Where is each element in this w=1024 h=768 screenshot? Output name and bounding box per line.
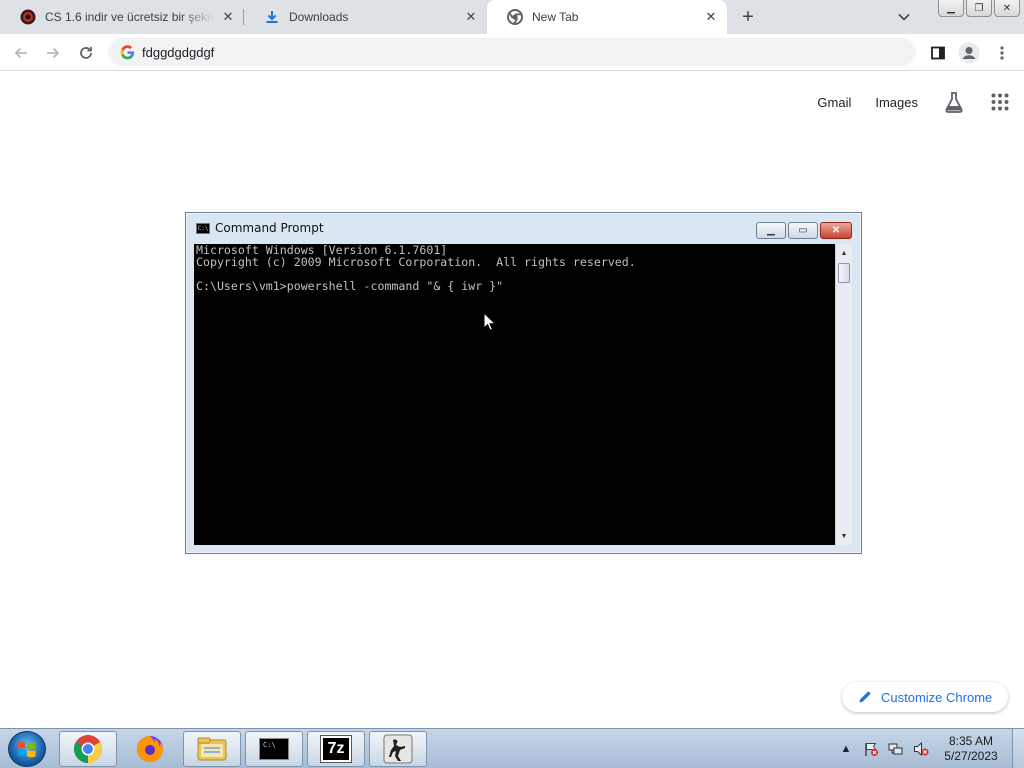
cmd-console-output[interactable]: Microsoft Windows [Version 6.1.7601] Cop… — [194, 244, 835, 545]
close-icon[interactable]: ✕ — [703, 9, 719, 25]
taskbar-cmd[interactable]: C:\ — [245, 731, 303, 767]
counter-strike-icon — [383, 734, 413, 764]
back-button[interactable] — [8, 40, 34, 66]
cmd-title-bar[interactable]: C:\ Command Prompt ▁ ▭ ✕ — [186, 213, 861, 243]
tab-cs16[interactable]: CS 1.6 indir ve ücretsiz bir şekilde ✕ — [0, 0, 244, 34]
cmd-icon: C:\ — [259, 738, 289, 760]
browser-toolbar: fdggdgdgdgf — [0, 34, 1024, 71]
close-button[interactable]: ✕ — [994, 0, 1020, 17]
minimize-button[interactable]: ▁ — [938, 0, 964, 17]
7zip-icon: 7z — [320, 735, 352, 763]
cmd-window-controls: ▁ ▭ ✕ — [756, 222, 852, 239]
command-prompt-window: C:\ Command Prompt ▁ ▭ ✕ Microsoft Windo… — [185, 212, 862, 554]
cmd-close-button[interactable]: ✕ — [820, 222, 852, 239]
reload-icon — [80, 47, 92, 59]
tab-title: New Tab — [532, 10, 579, 24]
kebab-menu-icon — [1000, 46, 1004, 60]
customize-chrome-label: Customize Chrome — [881, 689, 993, 705]
tab-search-chevron-icon[interactable] — [894, 7, 914, 27]
reload-button[interactable] — [73, 40, 99, 66]
tab-title: CS 1.6 indir ve ücretsiz bir şekilde — [45, 10, 214, 24]
gmail-link[interactable]: Gmail — [817, 95, 851, 110]
close-icon[interactable]: ✕ — [220, 9, 236, 25]
scroll-down-arrow-icon[interactable]: ▼ — [836, 529, 852, 543]
customize-chrome-button[interactable]: Customize Chrome — [842, 682, 1008, 712]
menu-button[interactable] — [989, 40, 1015, 66]
google-g-icon — [118, 43, 136, 61]
window-controls: ▁ ❐ ✕ — [938, 0, 1020, 17]
cmd-window-title: Command Prompt — [215, 221, 324, 235]
apps-grid-icon[interactable] — [988, 90, 1012, 114]
chrome-icon — [507, 9, 523, 25]
download-icon — [264, 9, 280, 25]
tab-title: Downloads — [289, 10, 349, 24]
system-tray: ▲ 8:35 AM 5/27/2023 — [838, 729, 1024, 768]
show-desktop-button[interactable] — [1012, 729, 1024, 768]
arrow-right-icon — [47, 47, 60, 59]
labs-flask-icon[interactable] — [942, 90, 966, 114]
start-button[interactable] — [8, 731, 46, 767]
side-panel-button[interactable] — [925, 40, 951, 66]
close-icon[interactable]: ✕ — [463, 9, 479, 25]
windows-taskbar: C:\ 7z ▲ 8:35 AM 5/27/2023 — [0, 728, 1024, 768]
explorer-icon — [197, 737, 227, 761]
clock-time: 8:35 AM — [948, 734, 994, 748]
taskbar-explorer[interactable] — [183, 731, 241, 767]
scroll-up-arrow-icon[interactable]: ▲ — [836, 246, 852, 260]
cmd-maximize-button[interactable]: ▭ — [788, 222, 818, 239]
cmd-minimize-button[interactable]: ▁ — [756, 222, 786, 239]
tab-strip: CS 1.6 indir ve ücretsiz bir şekilde ✕ D… — [0, 0, 1024, 34]
scroll-thumb[interactable] — [838, 263, 850, 283]
address-text: fdggdgdgdgf — [142, 44, 215, 60]
tab-new-tab[interactable]: New Tab ✕ — [487, 0, 727, 34]
cmd-icon: C:\ — [196, 222, 210, 234]
forward-button[interactable] — [40, 40, 66, 66]
clock-date: 5/27/2023 — [944, 749, 998, 763]
new-tab-button[interactable]: + — [736, 5, 760, 29]
network-icon[interactable] — [888, 741, 904, 757]
volume-muted-icon[interactable] — [913, 741, 929, 757]
taskbar-chrome[interactable] — [59, 731, 117, 767]
taskbar-counter-strike[interactable] — [369, 731, 427, 767]
console-line: Copyright (c) 2009 Microsoft Corporation… — [196, 255, 636, 269]
chrome-icon — [74, 735, 102, 763]
address-bar[interactable]: fdggdgdgdgf — [108, 38, 916, 66]
cmd-scrollbar[interactable]: ▲ ▼ — [835, 244, 852, 545]
action-center-flag-icon[interactable] — [863, 741, 879, 757]
taskbar-7zip[interactable]: 7z — [307, 731, 365, 767]
profile-button[interactable] — [956, 40, 982, 66]
restore-button[interactable]: ❐ — [966, 0, 992, 17]
show-hidden-icons-chevron-icon[interactable]: ▲ — [838, 741, 854, 757]
arrow-left-icon — [14, 47, 27, 59]
cs-logo-icon — [20, 9, 36, 25]
images-link[interactable]: Images — [875, 95, 918, 110]
taskbar-firefox[interactable] — [121, 731, 179, 767]
windows-logo-icon — [18, 741, 36, 758]
console-line-prompt: C:\Users\vm1>powershell -command "& { iw… — [196, 279, 504, 293]
pencil-icon — [857, 689, 873, 705]
side-panel-icon — [931, 46, 945, 60]
tab-downloads[interactable]: Downloads ✕ — [244, 0, 487, 34]
taskbar-clock[interactable]: 8:35 AM 5/27/2023 — [938, 734, 1004, 764]
avatar-icon — [958, 42, 980, 64]
firefox-icon — [137, 736, 163, 762]
ntp-header-links: Gmail Images — [817, 90, 1012, 114]
mouse-pointer-icon — [483, 312, 495, 331]
